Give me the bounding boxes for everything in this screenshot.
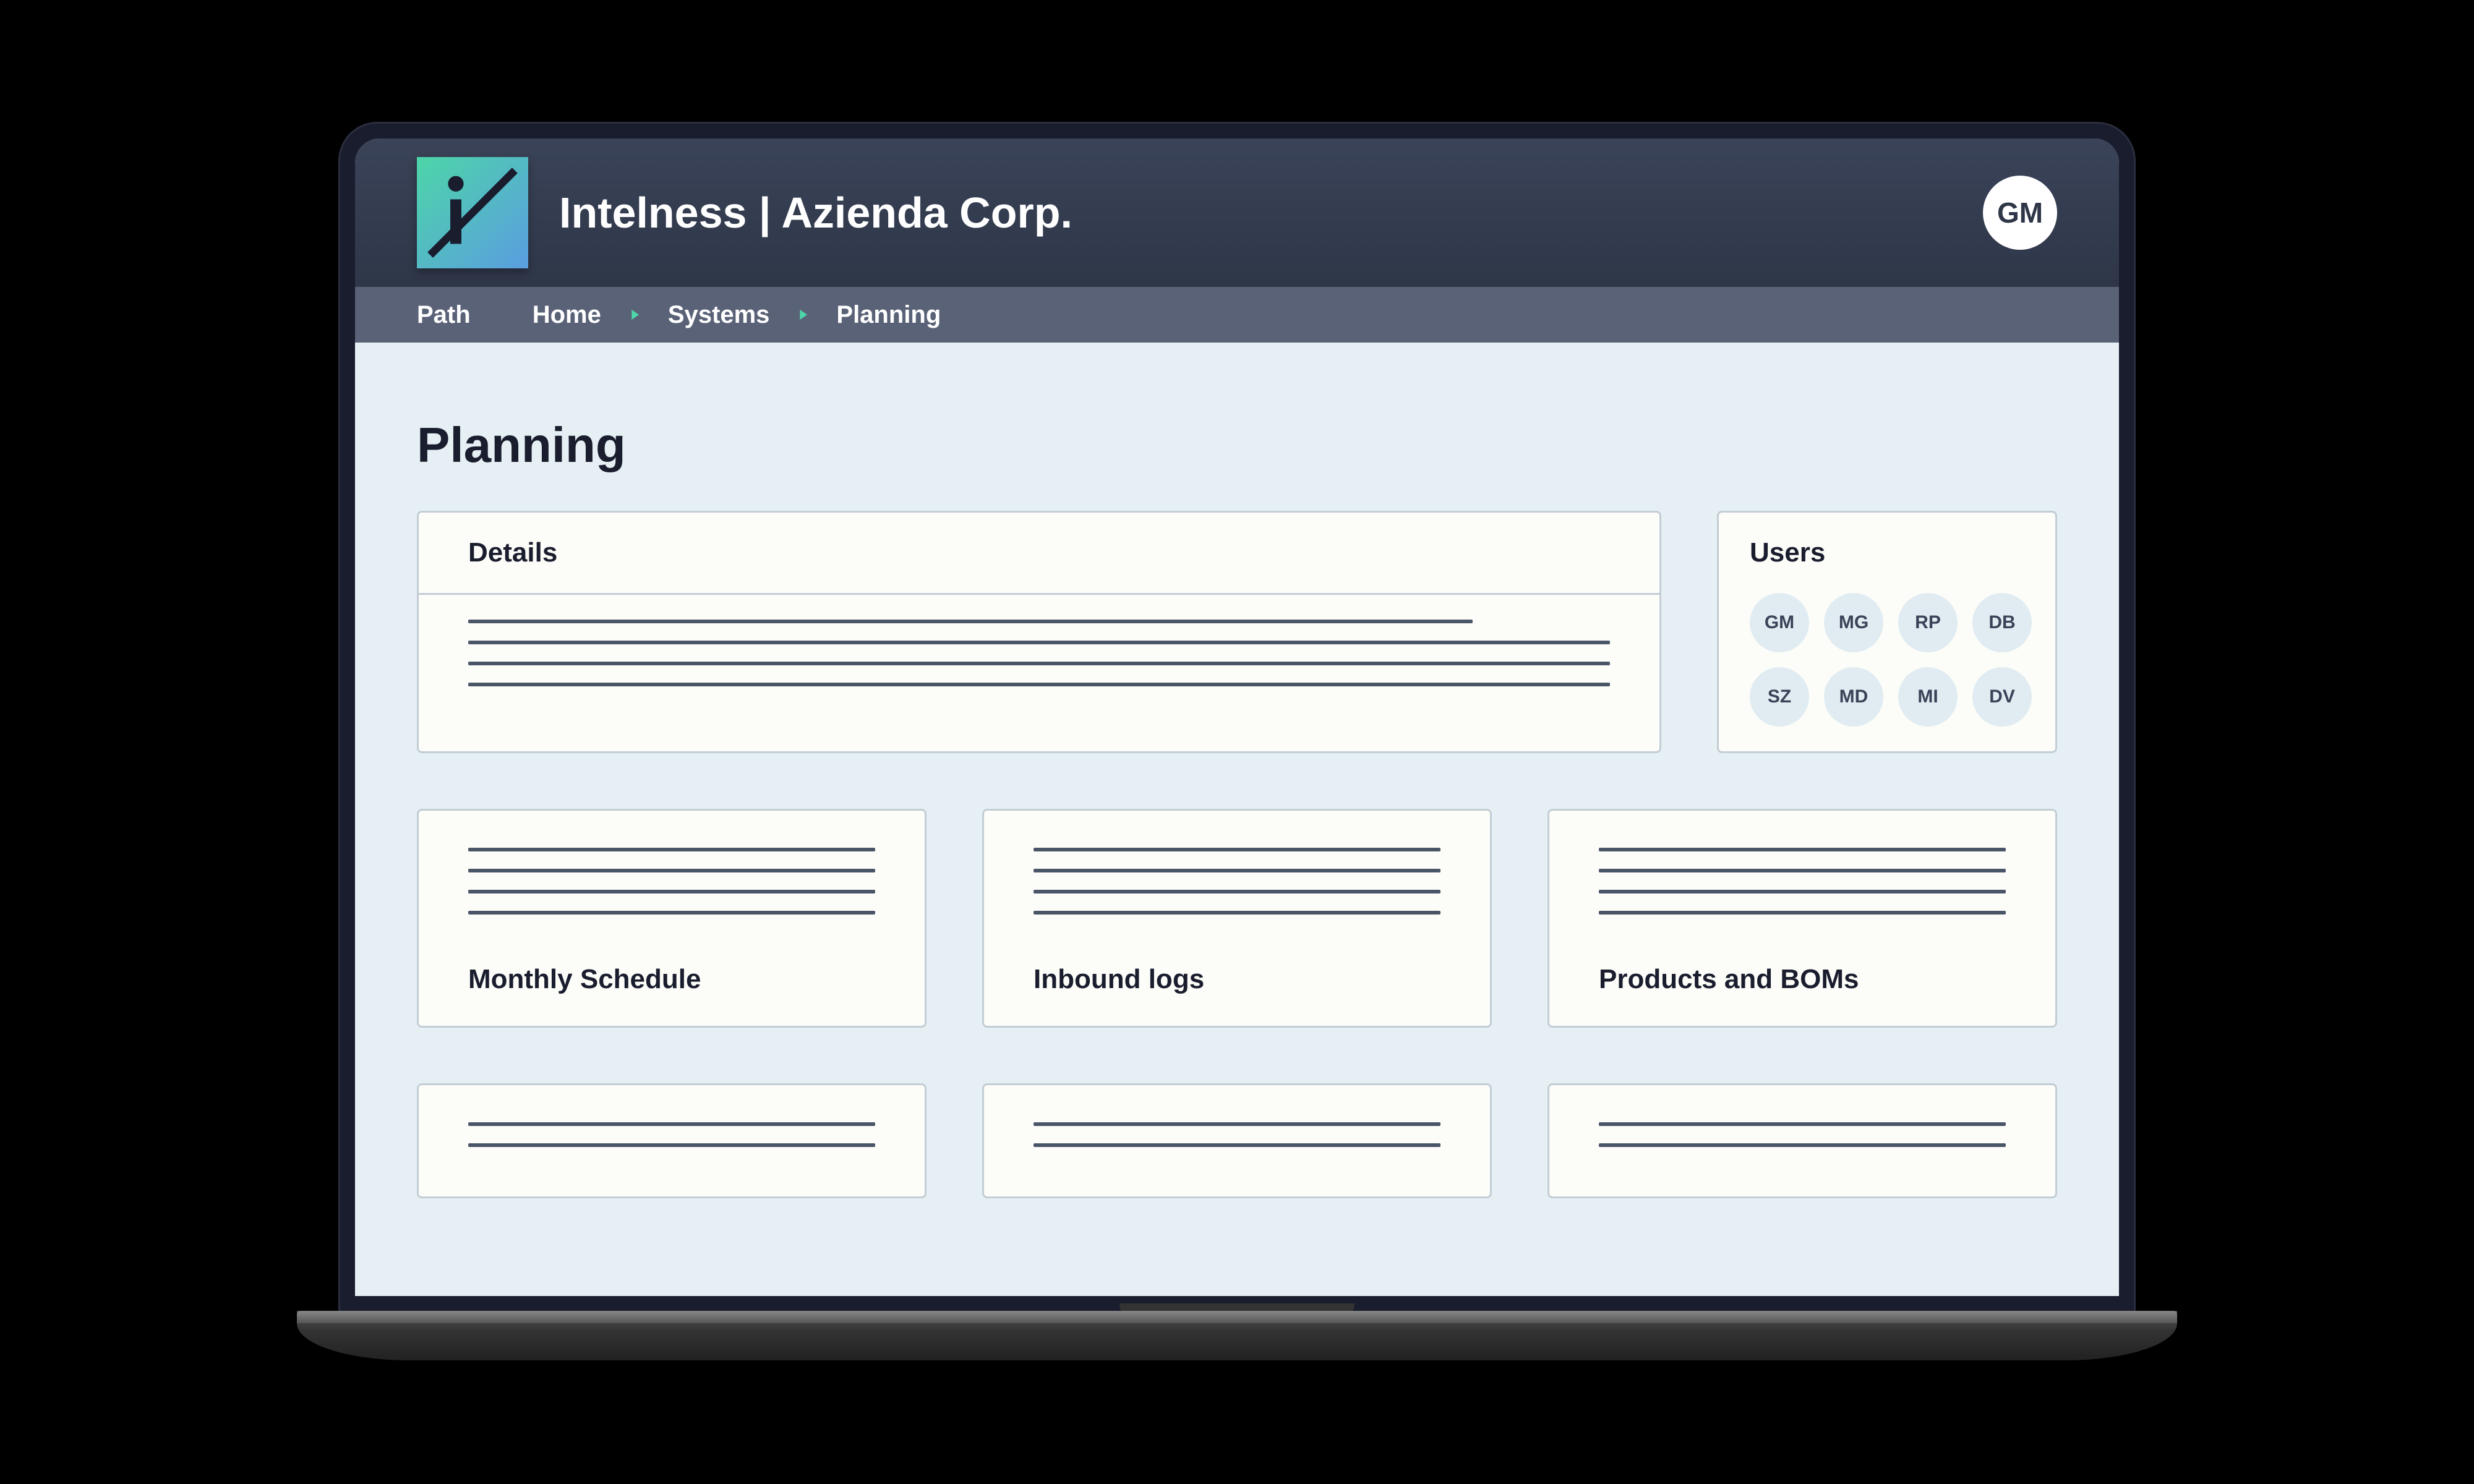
feature-card-inbound-logs[interactable]: Inbound logs <box>982 809 1492 1028</box>
breadcrumb-item-systems[interactable]: Systems <box>668 301 770 329</box>
user-chip[interactable]: RP <box>1898 593 1958 652</box>
breadcrumb-label: Path <box>417 301 471 329</box>
app-window: Intelness | Azienda Corp. GM Path Home S… <box>355 139 2119 1296</box>
user-chip[interactable]: SZ <box>1750 667 1809 727</box>
placeholder-line <box>1034 911 1440 915</box>
details-card-body <box>419 595 1659 728</box>
placeholder-line <box>468 848 875 851</box>
placeholder-lines <box>468 848 875 915</box>
app-title: Intelness | Azienda Corp. <box>559 188 1072 237</box>
user-chip[interactable]: MG <box>1824 593 1883 652</box>
placeholder-line <box>1599 1143 2006 1147</box>
feature-cards-grid: Monthly Schedule Inbound logs <box>417 809 2057 1198</box>
app-header: Intelness | Azienda Corp. GM <box>355 139 2119 287</box>
placeholder-line <box>1034 890 1440 893</box>
app-logo-icon[interactable] <box>417 157 528 268</box>
breadcrumb-item-home[interactable]: Home <box>533 301 601 329</box>
user-chip[interactable]: MI <box>1898 667 1958 727</box>
chevron-right-icon <box>626 306 643 323</box>
feature-card-title: Inbound logs <box>1034 964 1440 995</box>
placeholder-line <box>468 890 875 893</box>
user-chip[interactable]: MD <box>1824 667 1883 727</box>
feature-card-title: Monthly Schedule <box>468 964 875 995</box>
placeholder-line <box>1599 1122 2006 1126</box>
placeholder-line <box>1599 848 2006 851</box>
breadcrumb: Path Home Systems Planning <box>355 287 2119 343</box>
placeholder-line <box>468 662 1610 665</box>
placeholder-line <box>1034 1143 1440 1147</box>
placeholder-line <box>468 1143 875 1147</box>
placeholder-line <box>468 620 1473 623</box>
laptop-base <box>297 1311 2177 1360</box>
placeholder-line <box>468 869 875 872</box>
placeholder-lines <box>1034 1122 1440 1147</box>
header-left: Intelness | Azienda Corp. <box>417 157 1072 268</box>
placeholder-line <box>1034 848 1440 851</box>
users-card-title: Users <box>1750 537 2024 568</box>
details-card-title: Details <box>468 537 1610 568</box>
placeholder-line <box>1599 890 2006 893</box>
placeholder-line <box>1599 911 2006 915</box>
placeholder-line <box>1599 869 2006 872</box>
users-grid: GM MG RP DB SZ MD MI DV <box>1750 593 2024 727</box>
placeholder-line <box>1034 1122 1440 1126</box>
placeholder-line <box>1034 869 1440 872</box>
user-chip[interactable]: DB <box>1972 593 2032 652</box>
placeholder-line <box>468 911 875 915</box>
placeholder-line <box>468 683 1610 686</box>
top-row: Details Users GM MG <box>417 511 2057 753</box>
feature-card-monthly-schedule[interactable]: Monthly Schedule <box>417 809 927 1028</box>
feature-card[interactable] <box>982 1083 1492 1198</box>
laptop-screen-bezel: Intelness | Azienda Corp. GM Path Home S… <box>340 124 2134 1311</box>
placeholder-lines <box>1034 848 1440 915</box>
users-card: Users GM MG RP DB SZ MD MI DV <box>1717 511 2057 753</box>
placeholder-line <box>468 641 1610 644</box>
placeholder-lines <box>468 1122 875 1147</box>
placeholder-line <box>468 1122 875 1126</box>
feature-card[interactable] <box>417 1083 927 1198</box>
main-content: Planning Details U <box>355 343 2119 1296</box>
details-card[interactable]: Details <box>417 511 1661 753</box>
breadcrumb-item-planning[interactable]: Planning <box>836 301 941 329</box>
user-avatar[interactable]: GM <box>1983 176 2057 250</box>
placeholder-lines <box>1599 1122 2006 1147</box>
laptop-mockup-frame: Intelness | Azienda Corp. GM Path Home S… <box>297 124 2177 1360</box>
feature-card[interactable] <box>1547 1083 2057 1198</box>
user-chip[interactable]: DV <box>1972 667 2032 727</box>
details-card-header: Details <box>419 513 1659 595</box>
placeholder-lines <box>1599 848 2006 915</box>
user-chip[interactable]: GM <box>1750 593 1809 652</box>
feature-card-title: Products and BOMs <box>1599 964 2006 995</box>
chevron-right-icon <box>794 306 811 323</box>
feature-card-products-boms[interactable]: Products and BOMs <box>1547 809 2057 1028</box>
page-title: Planning <box>417 417 2057 474</box>
